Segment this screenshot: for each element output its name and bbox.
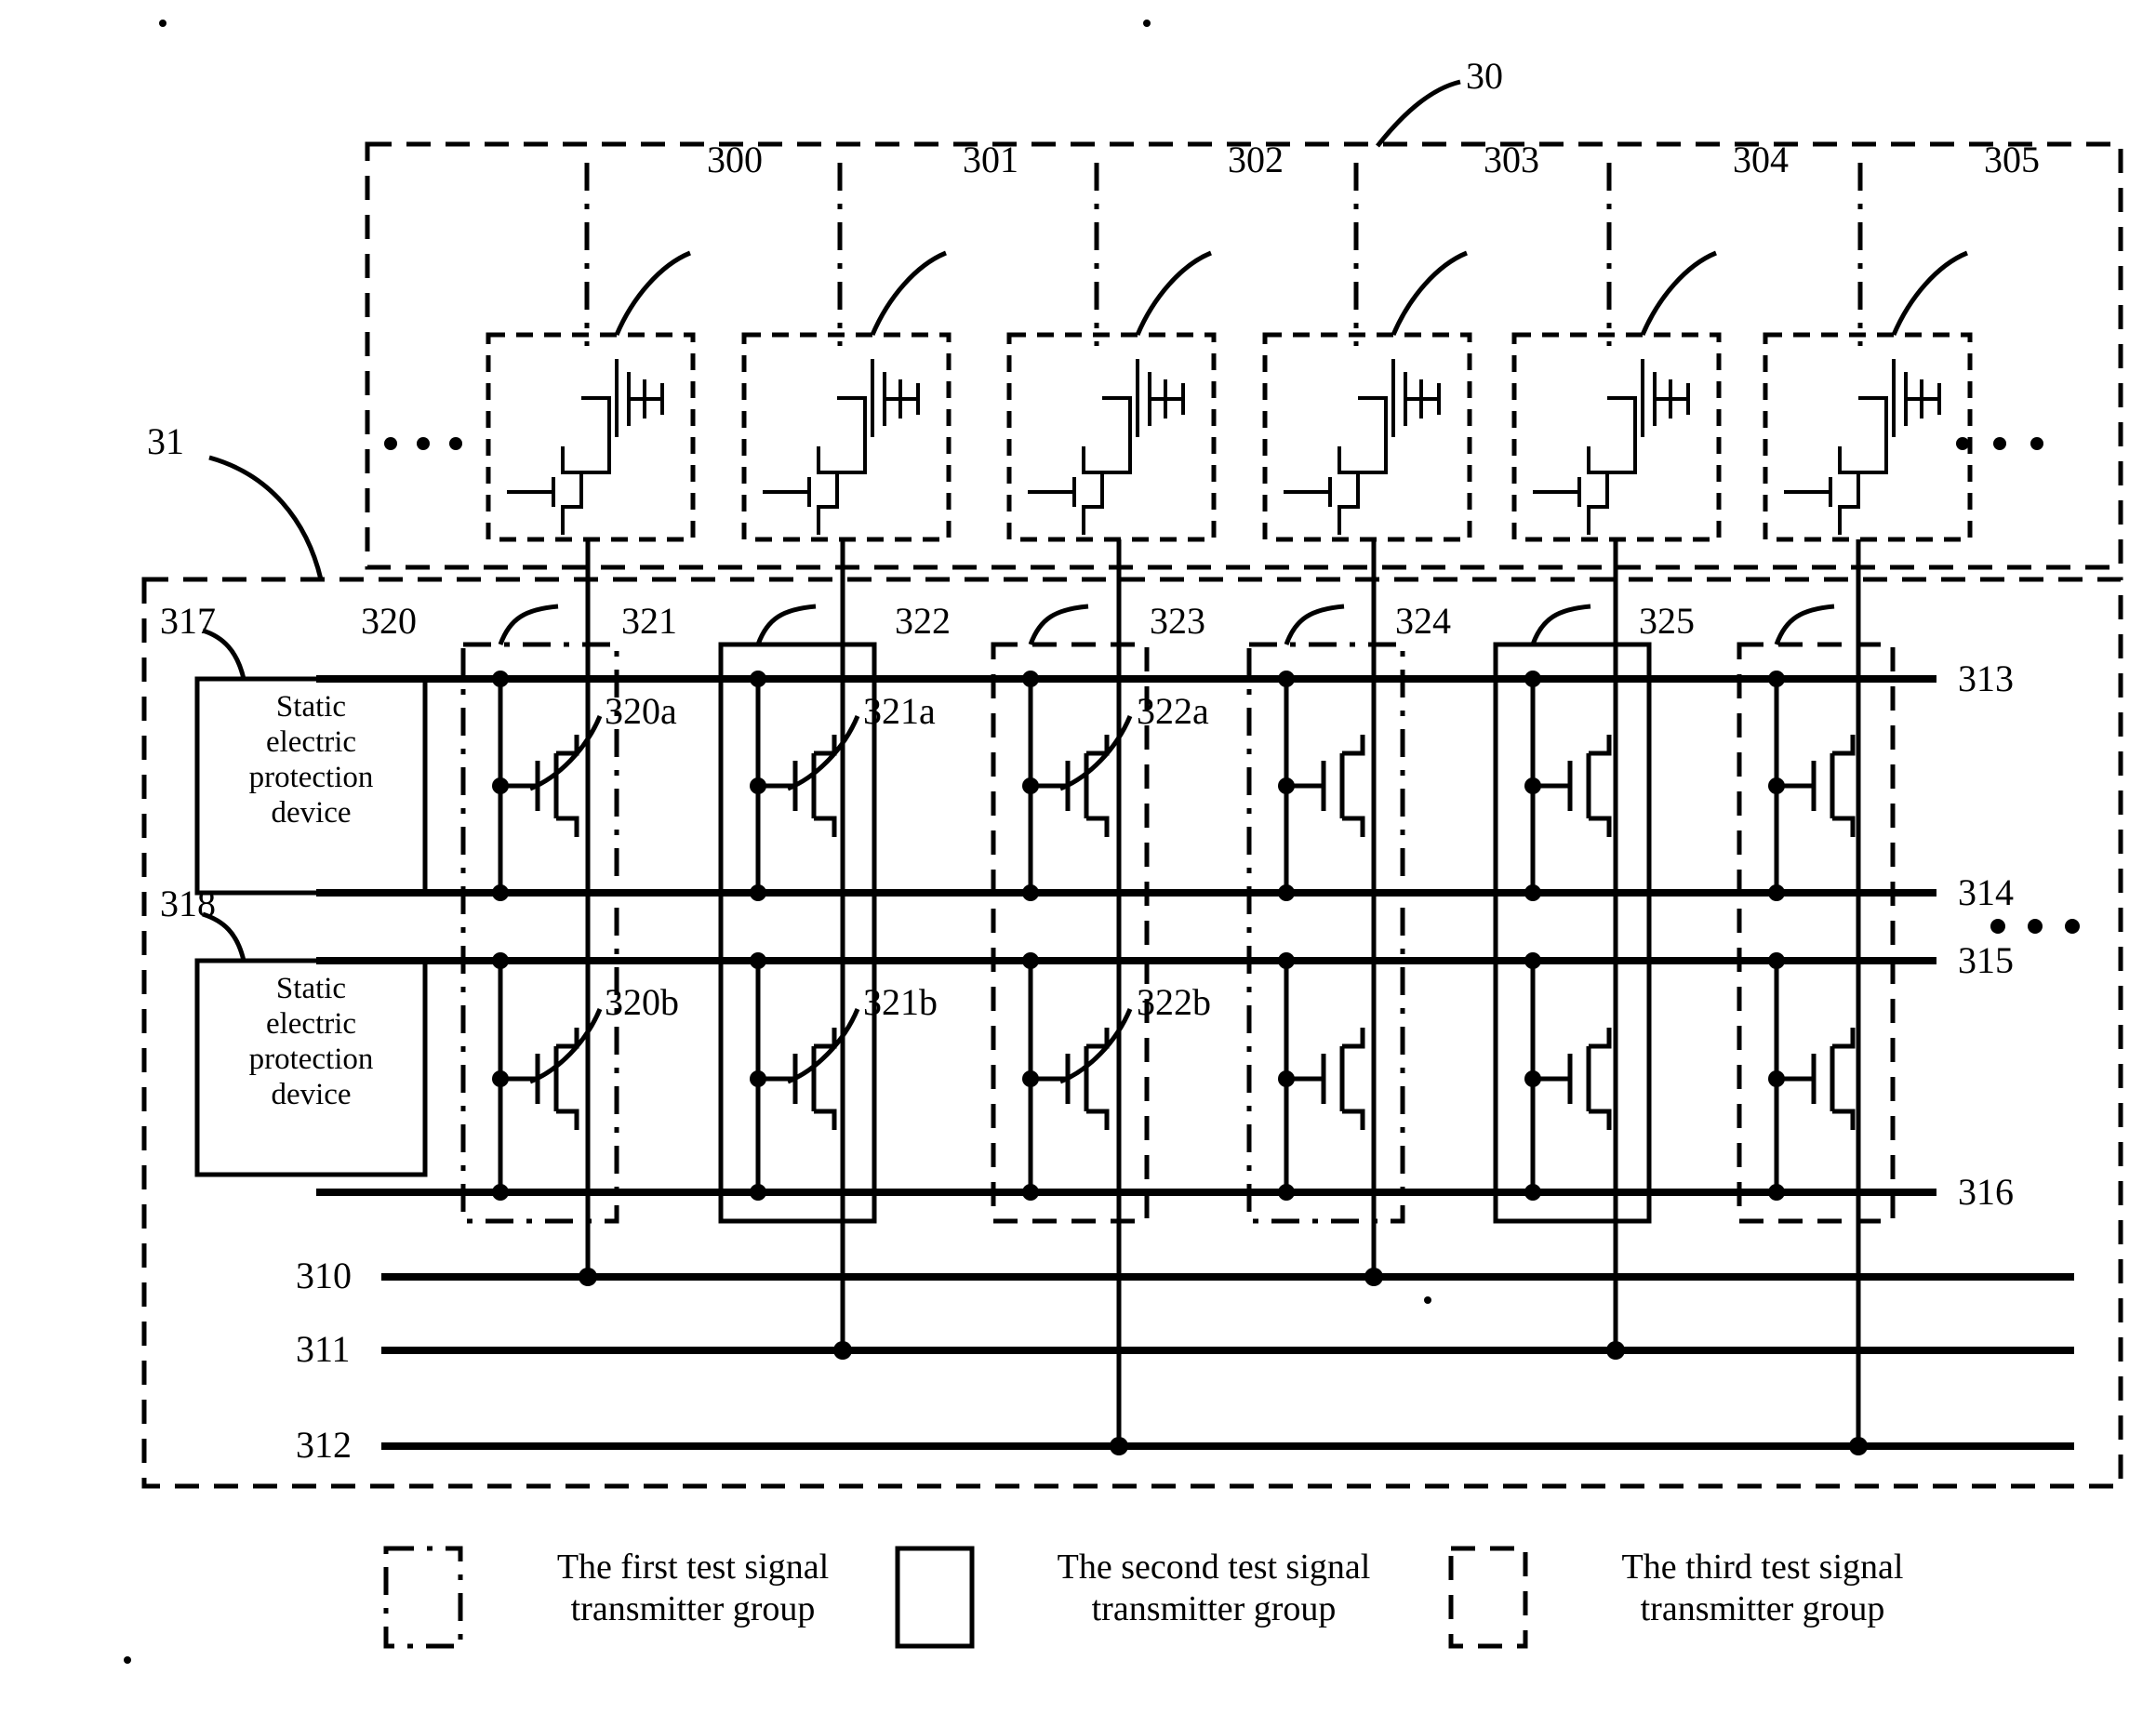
signal-line-311: [381, 1341, 2074, 1360]
label-302: 302: [1228, 139, 1284, 180]
group-box-325: [1737, 642, 1896, 1224]
label-303: 303: [1484, 139, 1539, 180]
patent-figure: .s { fill:none; stroke:#000; stroke-widt…: [124, 20, 2123, 1664]
legend-third-line2: transmitter group: [1640, 1588, 1885, 1628]
group-box-323: [1246, 642, 1405, 1224]
label-323: 323: [1150, 600, 1205, 642]
label-311: 311: [296, 1328, 351, 1370]
label-31: 31: [147, 420, 184, 462]
label-315: 315: [1958, 939, 2014, 981]
label-314: 314: [1958, 871, 2014, 913]
legend-swatch-second: [895, 1546, 975, 1649]
label-325: 325: [1639, 600, 1695, 642]
label-300: 300: [707, 139, 763, 180]
tft-325a: [1768, 735, 1856, 837]
legend-label-second: The second test signal transmitter group: [1014, 1547, 1414, 1630]
label-321b: 321b: [863, 981, 938, 1023]
label-321a: 321a: [863, 690, 936, 732]
tft-323b: [1278, 1028, 1365, 1130]
pixel-cell-304: [1511, 332, 1722, 542]
label-30: 30: [1466, 55, 1503, 97]
leader-30: [1376, 79, 1461, 148]
esd-line-4: device: [271, 795, 352, 830]
esd-line-2: electric: [265, 724, 357, 759]
legend-third-line1: The third test signal: [1621, 1548, 1904, 1587]
legend-label-first: The first test signal transmitter group: [507, 1547, 879, 1630]
label-320b: 320b: [605, 981, 679, 1023]
pixel-cell-305: [1763, 332, 1973, 542]
esd-line-1b: Static: [275, 972, 347, 1005]
legend-swatch-third: [1448, 1546, 1528, 1649]
signal-line-310: [381, 1268, 2074, 1286]
tft-323a: [1278, 735, 1365, 837]
pixel-cell-302: [1006, 332, 1217, 542]
label-322b: 322b: [1137, 981, 1211, 1023]
legend-second-line1: The second test signal: [1057, 1548, 1371, 1587]
esd-text-318: Static electric protection device: [197, 972, 425, 1113]
right-side-ellipsis: [1990, 919, 2080, 934]
legend-first-line2: transmitter group: [570, 1588, 816, 1628]
leader-31: [208, 455, 324, 580]
legend-swatch-first: [383, 1546, 463, 1649]
label-320: 320: [361, 600, 417, 642]
leaders-tft-labels: [529, 715, 1133, 1084]
legend-second-line2: transmitter group: [1091, 1588, 1337, 1628]
label-320a: 320a: [605, 690, 677, 732]
label-304: 304: [1733, 139, 1789, 180]
signal-line-312: [381, 1437, 2074, 1455]
label-322a: 322a: [1137, 690, 1209, 732]
tft-324a: [1524, 735, 1612, 837]
tft-325b: [1768, 1028, 1856, 1130]
esd-text-317: Static electric protection device: [197, 690, 425, 831]
label-317: 317: [160, 600, 216, 642]
esd-line-1: Static: [275, 690, 347, 724]
tft-324b: [1524, 1028, 1612, 1130]
label-324: 324: [1395, 600, 1451, 642]
esd-line-3b: protection: [248, 1042, 374, 1076]
label-312: 312: [296, 1424, 352, 1466]
legend-label-third: The third test signal transmitter group: [1572, 1547, 1953, 1630]
leaders-top-cells: [614, 250, 1968, 336]
pixel-cell-300: [486, 332, 696, 542]
label-313: 313: [1958, 658, 2014, 699]
label-316: 316: [1958, 1171, 2014, 1213]
label-321: 321: [621, 600, 677, 642]
label-310: 310: [296, 1255, 352, 1296]
group-box-324: [1493, 642, 1652, 1224]
esd-line-4b: device: [271, 1077, 352, 1111]
label-322: 322: [895, 600, 951, 642]
bus-junction-dots: [492, 671, 1785, 1201]
scan-artifacts: [124, 20, 1431, 1664]
label-318: 318: [160, 883, 216, 924]
pixel-cell-301: [741, 332, 952, 542]
legend-first-line1: The first test signal: [556, 1548, 830, 1587]
pixel-cell-303: [1262, 332, 1472, 542]
esd-line-2b: electric: [265, 1006, 357, 1041]
top-vertical-ellipsis-dividers: [584, 163, 1863, 346]
label-301: 301: [963, 139, 1018, 180]
label-305: 305: [1984, 139, 2040, 180]
column-rails: [498, 679, 1779, 1192]
esd-line-3: protection: [248, 760, 374, 794]
